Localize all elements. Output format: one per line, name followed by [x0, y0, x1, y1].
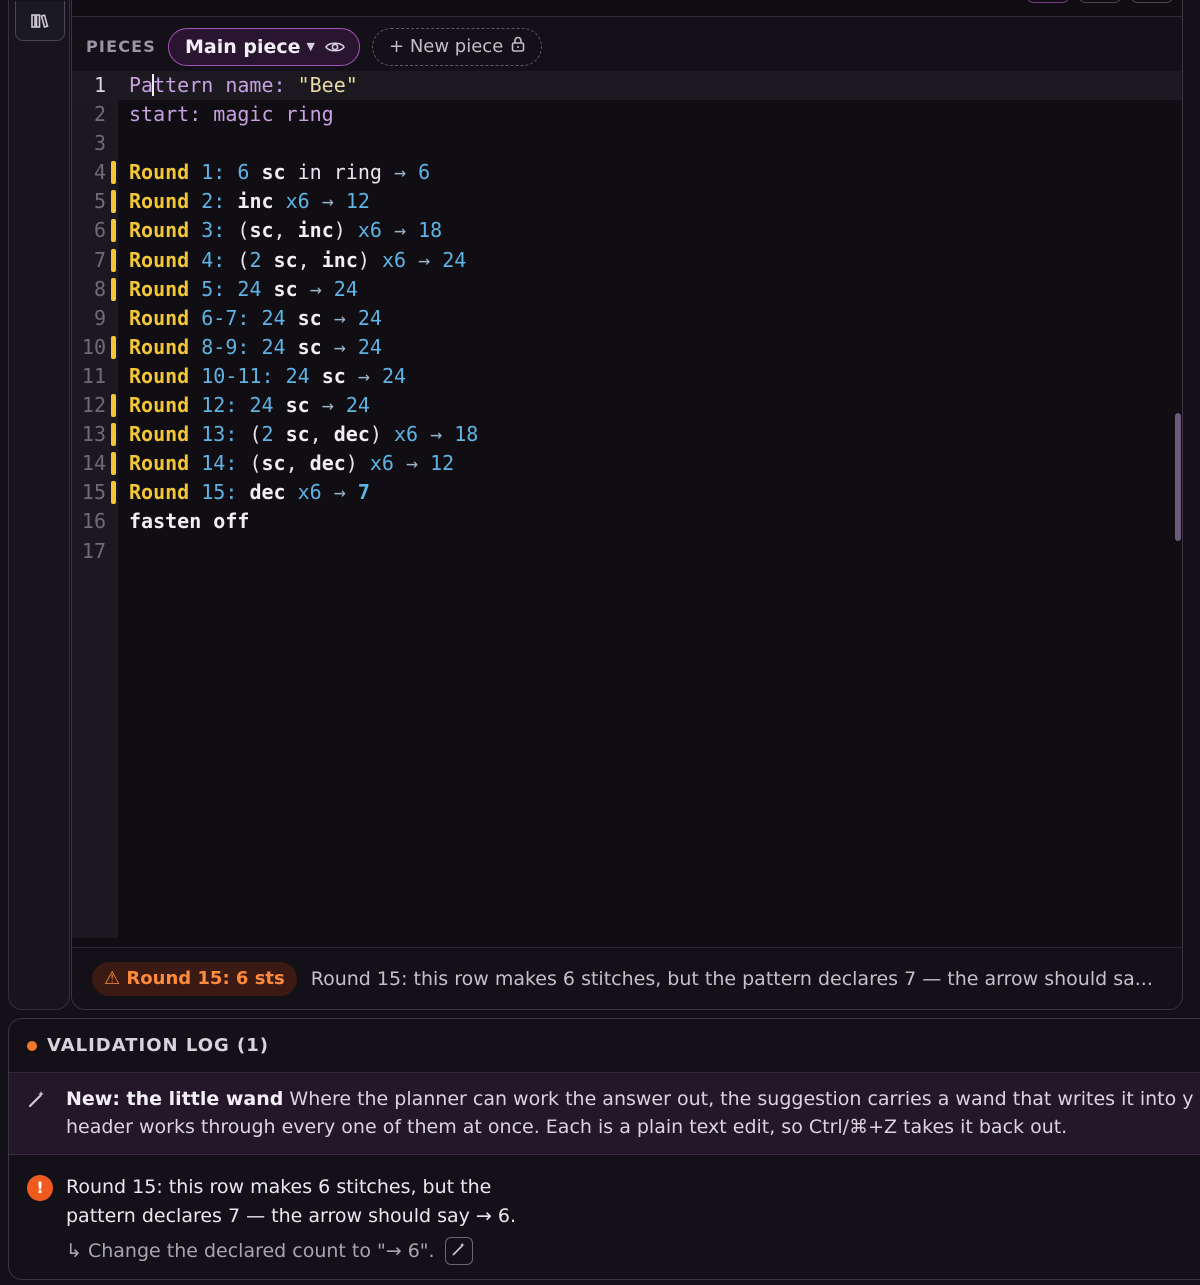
- library-button[interactable]: [15, 1, 65, 41]
- wand-icon: [27, 1089, 47, 1113]
- main-piece-tab[interactable]: Main piece ▼: [168, 27, 361, 66]
- line-text: Round 8-9: 24 sc → 24: [129, 334, 382, 359]
- code-line: 9 Round 6-7: 24 sc → 24: [72, 304, 1182, 333]
- status-dot: [27, 1040, 37, 1051]
- line-text: Round 5: 24 sc → 24: [129, 276, 358, 301]
- validation-log-header[interactable]: VALIDATION LOG (1): [9, 1019, 1200, 1073]
- line-number: 4: [93, 160, 106, 185]
- error-icon: !: [27, 1175, 53, 1201]
- line-text: fasten off: [129, 509, 250, 534]
- validation-issue: ! Round 15: this row makes 6 stitches, b…: [9, 1155, 1200, 1279]
- round-marker: [111, 423, 116, 447]
- line-text: Round 4: (2 sc, inc) x6 → 24: [129, 247, 467, 272]
- round-marker: [111, 190, 116, 214]
- new-piece-label: + New piece: [389, 36, 504, 57]
- code-line: 5 Round 2: inc x6 → 12: [72, 187, 1182, 216]
- line-text: Round 10-11: 24 sc → 24: [129, 363, 407, 388]
- wand-notice: New: the little wand Where the planner c…: [9, 1073, 1200, 1155]
- code-line: 10 Round 8-9: 24 sc → 24: [72, 333, 1182, 362]
- line-number: 3: [93, 131, 106, 156]
- toolbar-remnants: [1026, 0, 1174, 3]
- round-marker: [111, 394, 116, 418]
- pieces-label: PIECES: [86, 37, 157, 56]
- line-text: Round 6-7: 24 sc → 24: [129, 305, 382, 330]
- fix-text: ↳ Change the declared count to "→ 6".: [66, 1240, 435, 1262]
- line-text: Round 12: 24 sc → 24: [129, 393, 370, 418]
- line-number: 6: [93, 218, 106, 243]
- line-text: Round 2: inc x6 → 12: [129, 189, 370, 214]
- round-marker: [111, 219, 116, 243]
- code-line: 13 Round 13: (2 sc, dec) x6 → 18: [72, 420, 1182, 449]
- library-icon: [31, 13, 49, 33]
- round-marker: [111, 335, 116, 359]
- eye-icon[interactable]: [325, 40, 345, 54]
- round-marker: [111, 452, 116, 476]
- line-text: Pattern name: "Bee": [129, 73, 358, 97]
- line-text: Round 3: (sc, inc) x6 → 18: [129, 218, 443, 243]
- issue-message: Round 15: this row makes 6 stitches, but…: [66, 1176, 516, 1227]
- code-line: 11 Round 10-11: 24 sc → 24: [72, 362, 1182, 391]
- line-number: 10: [81, 334, 106, 359]
- toolbar-button[interactable]: [1130, 0, 1174, 3]
- code-line: 3: [72, 129, 1182, 158]
- line-number: 1: [93, 73, 106, 97]
- round-marker: [111, 161, 116, 185]
- code-line: 4 Round 1: 6 sc in ring → 6: [72, 158, 1182, 187]
- pieces-bar: PIECES Main piece ▼ + New piece: [72, 17, 1182, 77]
- toolbar-button[interactable]: [1026, 0, 1070, 3]
- line-text: Round 14: (sc, dec) x6 → 12: [129, 451, 455, 476]
- warning-badge[interactable]: ⚠ Round 15: 6 sts: [92, 961, 297, 996]
- line-text: start: magic ring: [129, 102, 334, 127]
- wand-icon: [451, 1240, 467, 1262]
- lock-icon: [511, 36, 525, 57]
- status-message: Round 15: this row makes 6 stitches, but…: [310, 967, 1153, 990]
- toolbar-button[interactable]: [1078, 0, 1122, 3]
- line-number: 13: [81, 422, 106, 447]
- line-number: 15: [81, 480, 106, 505]
- notice-body-line-1: Where the planner can work the answer ou…: [289, 1088, 1194, 1110]
- line-number: 17: [81, 538, 106, 563]
- line-number: 2: [93, 102, 106, 127]
- code-line: 7 Round 4: (2 sc, inc) x6 → 24: [72, 246, 1182, 275]
- line-number: 11: [81, 363, 106, 388]
- status-bar: ⚠ Round 15: 6 sts Round 15: this row mak…: [72, 947, 1182, 1009]
- code-line: 12 Round 12: 24 sc → 24: [72, 391, 1182, 420]
- line-text: Round 13: (2 sc, dec) x6 → 18: [129, 422, 479, 447]
- apply-fix-button[interactable]: [444, 1237, 473, 1265]
- fix-suggestion: ↳ Change the declared count to "→ 6".: [66, 1237, 473, 1265]
- text-cursor: [152, 74, 155, 96]
- line-text: Round 15: dec x6 → 7: [129, 480, 370, 505]
- validation-log-panel: VALIDATION LOG (1) New: the little wand …: [8, 1018, 1200, 1280]
- chevron-down-icon: ▼: [306, 40, 316, 53]
- new-piece-button[interactable]: + New piece: [372, 27, 543, 66]
- line-number: 5: [93, 189, 106, 214]
- validation-log-title: VALIDATION LOG (1): [47, 1035, 270, 1056]
- round-marker: [111, 248, 116, 272]
- code-line: 2 start: magic ring: [72, 100, 1182, 129]
- notice-title: New: the little wand: [66, 1088, 284, 1110]
- code-line: 16 fasten off: [72, 507, 1182, 536]
- left-rail: [8, 0, 70, 1010]
- code-line: 8 Round 5: 24 sc → 24: [72, 275, 1182, 304]
- code-line: 14 Round 14: (sc, dec) x6 → 12: [72, 449, 1182, 478]
- code-line: 1 Pattern name: "Bee": [72, 71, 1182, 101]
- code-editor[interactable]: 1 Pattern name: "Bee" 2 start: magic ring …: [72, 71, 1182, 566]
- notice-text: New: the little wand Where the planner c…: [66, 1085, 1200, 1141]
- line-number: 12: [81, 393, 106, 418]
- editor-scrollbar[interactable]: [1175, 413, 1181, 541]
- code-line: 15 Round 15: dec x6 → 7: [72, 478, 1182, 507]
- line-text: Round 1: 6 sc in ring → 6: [129, 160, 431, 185]
- line-number: 14: [81, 451, 106, 476]
- code-line: 6 Round 3: (sc, inc) x6 → 18: [72, 216, 1182, 245]
- editor-card: PIECES Main piece ▼ + New piece 1 Pattern…: [71, 0, 1183, 1010]
- line-number: 8: [93, 276, 106, 301]
- line-number: 7: [93, 247, 106, 272]
- round-marker: [111, 277, 116, 301]
- code-line: 17: [72, 537, 1182, 566]
- round-marker: [111, 481, 116, 505]
- main-piece-label: Main piece: [185, 35, 301, 58]
- line-number: 9: [93, 305, 106, 330]
- notice-body-line-2: header works through every one of them a…: [66, 1116, 1068, 1138]
- line-number: 16: [81, 509, 106, 534]
